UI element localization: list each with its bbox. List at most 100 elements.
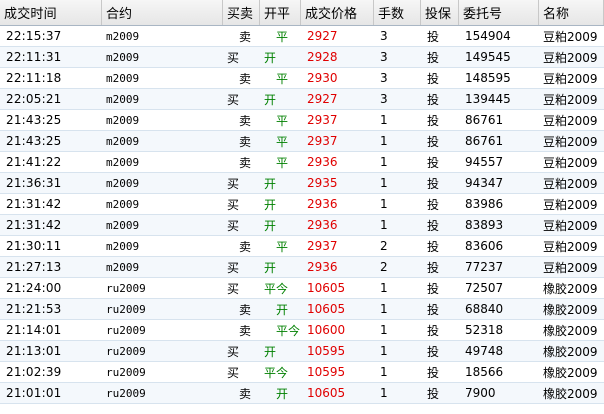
cell-open-close: 平 [276,71,289,86]
cell-price: 10605 [307,302,346,316]
cell-order-id: 7900 [465,386,496,400]
header-hedge[interactable]: 投保 [421,0,459,25]
table-row[interactable]: 21:01:01 ru2009 卖 开 10605 1 投 7900 橡胶2009 [0,383,604,404]
cell-order-id: 139445 [465,92,511,106]
table-row[interactable]: 22:15:37 m2009 卖 平 2927 3 投 154904 豆粕2009 [0,26,604,47]
cell-hedge: 投 [427,92,440,107]
cell-order-id: 86761 [465,113,504,127]
cell-price: 2937 [307,134,338,148]
cell-time: 21:31:42 [6,218,62,232]
cell-price: 2936 [307,218,338,232]
table-row[interactable]: 21:43:25 m2009 卖 平 2937 1 投 86761 豆粕2009 [0,131,604,152]
cell-quantity: 3 [380,50,388,64]
cell-buy-sell: 卖 [239,386,252,401]
cell-time: 21:43:25 [6,113,62,127]
table-row[interactable]: 21:31:42 m2009 买 开 2936 1 投 83986 豆粕2009 [0,194,604,215]
table-row[interactable]: 22:05:21 m2009 买 开 2927 3 投 139445 豆粕2009 [0,89,604,110]
cell-order-id: 83893 [465,218,504,232]
cell-hedge: 投 [427,197,440,212]
header-buy-sell[interactable]: 买卖 [223,0,260,25]
cell-name: 豆粕2009 [543,92,598,107]
cell-name: 豆粕2009 [543,260,598,275]
table-row[interactable]: 21:41:22 m2009 卖 平 2936 1 投 94557 豆粕2009 [0,152,604,173]
cell-open-close: 平今 [264,281,289,296]
cell-time: 21:31:42 [6,197,62,211]
cell-name: 豆粕2009 [543,176,598,191]
cell-buy-sell: 卖 [239,134,252,149]
cell-quantity: 1 [380,113,388,127]
cell-hedge: 投 [427,176,440,191]
cell-time: 21:36:31 [6,176,62,190]
cell-quantity: 1 [380,323,388,337]
cell-hedge: 投 [427,155,440,170]
cell-price: 2937 [307,113,338,127]
cell-price: 2927 [307,92,338,106]
cell-buy-sell: 买 [227,50,240,65]
cell-contract: m2009 [106,134,140,148]
cell-name: 豆粕2009 [543,71,598,86]
cell-name: 豆粕2009 [543,155,598,170]
cell-quantity: 1 [380,386,388,400]
table-body: 22:15:37 m2009 卖平 2927 3 投 154904 豆粕2009 22:11:3… [0,26,604,404]
cell-buy-sell: 买 [227,260,240,275]
cell-quantity: 1 [380,344,388,358]
cell-order-id: 83986 [465,197,504,211]
header-time[interactable]: 成交时间 [0,0,102,25]
cell-hedge: 投 [427,239,440,254]
header-quantity[interactable]: 手数 [374,0,421,25]
cell-name: 豆粕2009 [543,134,598,149]
cell-open-close: 平 [276,239,289,254]
cell-order-id: 77237 [465,260,504,274]
cell-contract: m2009 [106,50,140,64]
header-name[interactable]: 名称 [539,0,604,25]
cell-contract: m2009 [106,176,140,190]
header-contract[interactable]: 合约 [102,0,223,25]
table-row[interactable]: 21:31:42 m2009 买 开 2936 1 投 83893 豆粕2009 [0,215,604,236]
cell-contract: ru2009 [106,302,146,316]
cell-buy-sell: 卖 [239,71,252,86]
cell-price: 2928 [307,50,338,64]
cell-buy-sell: 买 [227,92,240,107]
cell-open-close: 开 [264,260,277,275]
cell-contract: m2009 [106,218,140,232]
cell-time: 21:21:53 [6,302,62,316]
cell-buy-sell: 卖 [239,302,252,317]
table-row[interactable]: 21:43:25 m2009 卖 平 2937 1 投 86761 豆粕2009 [0,110,604,131]
header-open-close[interactable]: 开平 [260,0,301,25]
table-row[interactable]: 21:02:39 ru2009 买 平今 10595 1 投 18566 橡胶2009 [0,362,604,383]
cell-buy-sell: 买 [227,176,240,191]
table-row[interactable]: 21:36:31 m2009 买 开 2935 1 投 94347 豆粕2009 [0,173,604,194]
cell-hedge: 投 [427,302,440,317]
table-row[interactable]: 22:11:31 m2009 买 开 2928 3 投 149545 豆粕2009 [0,47,604,68]
cell-contract: ru2009 [106,386,146,400]
cell-time: 21:27:13 [6,260,62,274]
cell-name: 橡胶2009 [543,323,598,338]
cell-order-id: 49748 [465,344,504,358]
cell-open-close: 平 [276,113,289,128]
cell-contract: m2009 [106,29,140,43]
table-row[interactable]: 21:21:53 ru2009 卖 开 10605 1 投 68840 橡胶2009 [0,299,604,320]
cell-open-close: 开 [264,92,277,107]
table-row[interactable]: 22:11:18 m2009 卖 平 2930 3 投 148595 豆粕2009 [0,68,604,89]
cell-quantity: 1 [380,197,388,211]
cell-name: 橡胶2009 [543,386,598,401]
header-order-id[interactable]: 委托号 [459,0,539,25]
table-row[interactable]: 21:14:01 ru2009 卖 平今 10600 1 投 52318 橡胶2009 [0,320,604,341]
cell-order-id: 94347 [465,176,504,190]
cell-hedge: 投 [427,386,440,401]
table-row[interactable]: 21:27:13 m2009 买 开 2936 2 投 77237 豆粕2009 [0,257,604,278]
cell-buy-sell: 买 [227,365,240,380]
cell-time: 21:01:01 [6,386,62,400]
cell-order-id: 68840 [465,302,504,316]
cell-order-id: 72507 [465,281,504,295]
cell-contract: m2009 [106,113,140,127]
table-row[interactable]: 21:13:01 ru2009 买 开 10595 1 投 49748 橡胶2009 [0,341,604,362]
table-header: 成交时间 合约 买卖 开平 成交价格 手数 投保 委托号 名称 [0,0,604,26]
cell-time: 21:30:11 [6,239,62,253]
table-row[interactable]: 21:30:11 m2009 卖 平 2937 2 投 83606 豆粕2009 [0,236,604,257]
cell-price: 2936 [307,155,338,169]
table-row[interactable]: 21:24:00 ru2009 买 平今 10605 1 投 72507 橡胶2009 [0,278,604,299]
cell-open-close: 平今 [264,365,289,380]
cell-hedge: 投 [427,260,440,275]
header-price[interactable]: 成交价格 [301,0,374,25]
